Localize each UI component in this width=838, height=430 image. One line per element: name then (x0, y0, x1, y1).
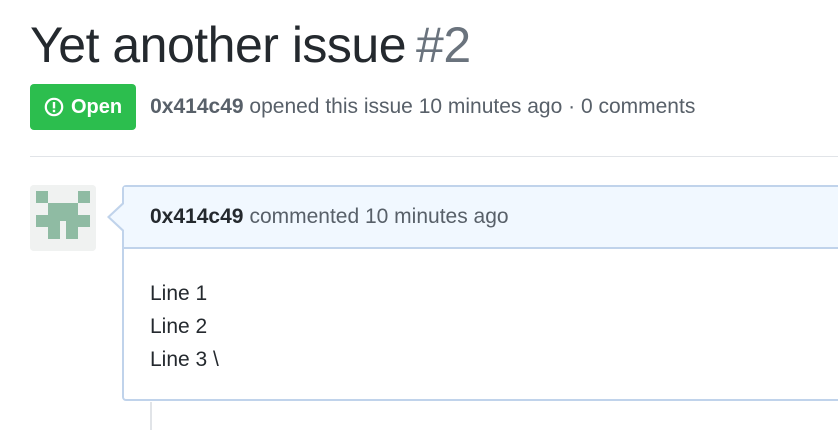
comment-header: 0x414c49 commented 10 minutes ago (124, 187, 838, 249)
comment-line: Line 3 \ (150, 348, 219, 371)
comment-author-link[interactable]: 0x414c49 (150, 205, 243, 229)
comment-pointer-fill (110, 204, 124, 230)
comment-container: 0x414c49 commented 10 minutes ago Line 1… (122, 185, 838, 401)
issue-meta-text: 0x414c49 opened this issue 10 minutes ag… (150, 95, 695, 119)
issue-title-row: Yet another issue #2 (30, 14, 471, 76)
issue-meta: Open 0x414c49 opened this issue 10 minut… (30, 84, 695, 130)
issue-opened-icon (44, 97, 64, 117)
timeline-line (150, 402, 152, 430)
issue-opened-text: opened this issue 10 minutes ago · 0 com… (249, 95, 696, 118)
comment-body: Line 1 Line 2 Line 3 \ (124, 249, 838, 376)
comment-line: Line 1 (150, 282, 208, 305)
issue-author-link[interactable]: 0x414c49 (150, 95, 243, 118)
comment-line: Line 2 (150, 315, 208, 338)
issue-page: Yet another issue #2 Open 0x414c49 opened… (0, 0, 838, 430)
identicon-image (30, 185, 96, 251)
issue-number: #2 (416, 17, 471, 73)
comment-timestamp: commented 10 minutes ago (249, 205, 509, 228)
issue-title: Yet another issue (30, 17, 407, 73)
status-badge-label: Open (71, 95, 123, 118)
avatar[interactable] (30, 185, 96, 251)
header-divider (30, 156, 838, 157)
status-badge: Open (30, 84, 137, 130)
